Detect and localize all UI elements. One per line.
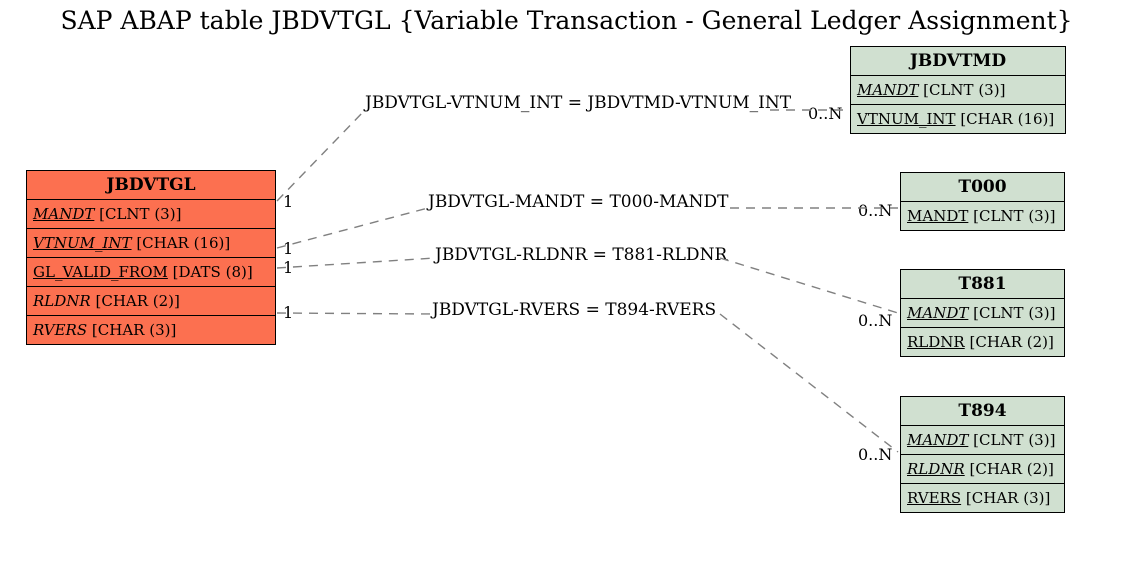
rel-label-vtnumint: JBDVTGL-VTNUM_INT = JBDVTMD-VTNUM_INT (365, 93, 791, 113)
entity-jbdvtgl: JBDVTGL MANDT [CLNT (3)] VTNUM_INT [CHAR… (26, 170, 276, 345)
card-right-4: 0..N (858, 445, 892, 464)
field-vtnumint: VTNUM_INT [CHAR (16)] (27, 229, 275, 258)
rel-label-rldnr: JBDVTGL-RLDNR = T881-RLDNR (435, 245, 727, 265)
card-right-1: 0..N (808, 104, 842, 123)
entity-jbdvtmd-header: JBDVTMD (851, 47, 1065, 76)
field: MANDT [CLNT (3)] (901, 299, 1064, 328)
field: RVERS [CHAR (3)] (901, 484, 1064, 512)
card-right-2: 0..N (858, 201, 892, 220)
field: MANDT [CLNT (3)] (851, 76, 1065, 105)
entity-t881: T881 MANDT [CLNT (3)] RLDNR [CHAR (2)] (900, 269, 1065, 357)
field: RLDNR [CHAR (2)] (901, 328, 1064, 356)
entity-t881-header: T881 (901, 270, 1064, 299)
rel-label-rvers: JBDVTGL-RVERS = T894-RVERS (432, 300, 716, 320)
card-left-3: 1 (283, 258, 293, 277)
card-left-1: 1 (283, 192, 293, 211)
card-right-3: 0..N (858, 311, 892, 330)
rel-label-mandt: JBDVTGL-MANDT = T000-MANDT (428, 192, 729, 212)
entity-t894: T894 MANDT [CLNT (3)] RLDNR [CHAR (2)] R… (900, 396, 1065, 513)
entity-t894-header: T894 (901, 397, 1064, 426)
field: RLDNR [CHAR (2)] (901, 455, 1064, 484)
entity-t000: T000 MANDT [CLNT (3)] (900, 172, 1065, 231)
entity-t000-header: T000 (901, 173, 1064, 202)
field-rldnr: RLDNR [CHAR (2)] (27, 287, 275, 316)
entity-jbdvtmd: JBDVTMD MANDT [CLNT (3)] VTNUM_INT [CHAR… (850, 46, 1066, 134)
page-title: SAP ABAP table JBDVTGL {Variable Transac… (0, 6, 1133, 35)
card-left-2: 1 (283, 239, 293, 258)
field-mdnt: MANDT [CLNT (3)] (27, 200, 275, 229)
field-rvers: RVERS [CHAR (3)] (27, 316, 275, 344)
card-left-4: 1 (283, 303, 293, 322)
field-glvalidfrom: GL_VALID_FROM [DATS (8)] (27, 258, 275, 287)
field: MANDT [CLNT (3)] (901, 202, 1064, 230)
field: MANDT [CLNT (3)] (901, 426, 1064, 455)
entity-jbdvtgl-header: JBDVTGL (27, 171, 275, 200)
field: VTNUM_INT [CHAR (16)] (851, 105, 1065, 133)
